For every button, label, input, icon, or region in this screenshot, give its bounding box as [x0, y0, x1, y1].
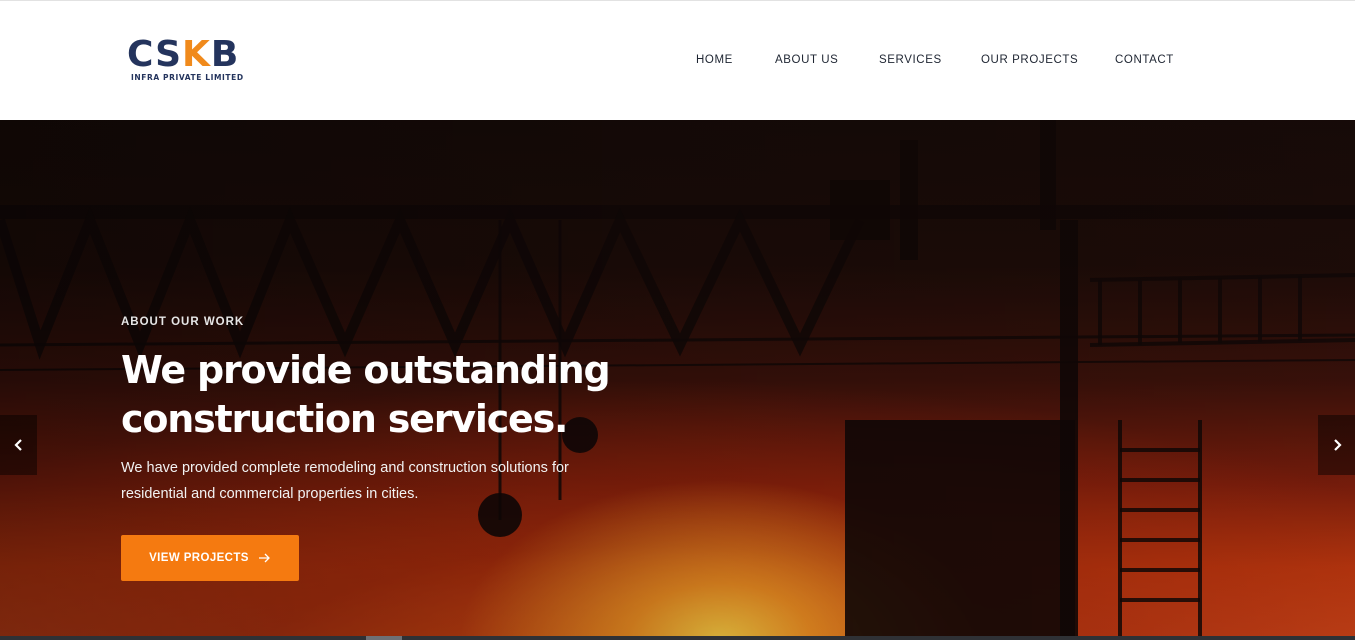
chevron-right-icon	[1333, 439, 1342, 451]
arrow-right-icon	[258, 553, 270, 563]
nav-item-home[interactable]: HOME	[696, 54, 733, 66]
horizontal-scrollbar[interactable]	[0, 636, 1355, 640]
slider-next-button[interactable]	[1318, 415, 1355, 475]
hero-eyebrow: ABOUT OUR WORK	[121, 316, 245, 328]
brand-logo[interactable]: CSKB INFRA PRIVATE LIMITED	[127, 37, 267, 87]
logo-tagline: INFRA PRIVATE LIMITED	[131, 73, 244, 82]
hero-headline-line: construction services.	[121, 397, 568, 441]
hero-headline: We provide outstanding construction serv…	[121, 346, 681, 444]
nav-item-about-us[interactable]: ABOUT US	[775, 54, 838, 66]
hero-description: We have provided complete remodeling and…	[121, 455, 621, 507]
chevron-left-icon	[13, 439, 22, 451]
nav-item-our-projects[interactable]: OUR PROJECTS	[981, 54, 1078, 66]
hero-slider: ABOUT OUR WORK We provide outstanding co…	[0, 120, 1355, 640]
nav-item-contact[interactable]: CONTACT	[1115, 54, 1174, 66]
site-header: CSKB INFRA PRIVATE LIMITED HOME ABOUT US…	[0, 0, 1355, 120]
scrollbar-thumb[interactable]	[366, 636, 402, 640]
view-projects-button[interactable]: VIEW PROJECTS	[121, 535, 299, 581]
hero-description-line: We have provided complete remodeling and…	[121, 460, 569, 476]
slider-prev-button[interactable]	[0, 415, 37, 475]
hero-headline-line: We provide outstanding	[121, 348, 611, 392]
hero-description-line: residential and commercial properties in…	[121, 486, 419, 502]
nav-item-services[interactable]: SERVICES	[879, 54, 942, 66]
logo-wordmark: CSKB	[127, 34, 240, 75]
view-projects-label: VIEW PROJECTS	[149, 552, 249, 564]
